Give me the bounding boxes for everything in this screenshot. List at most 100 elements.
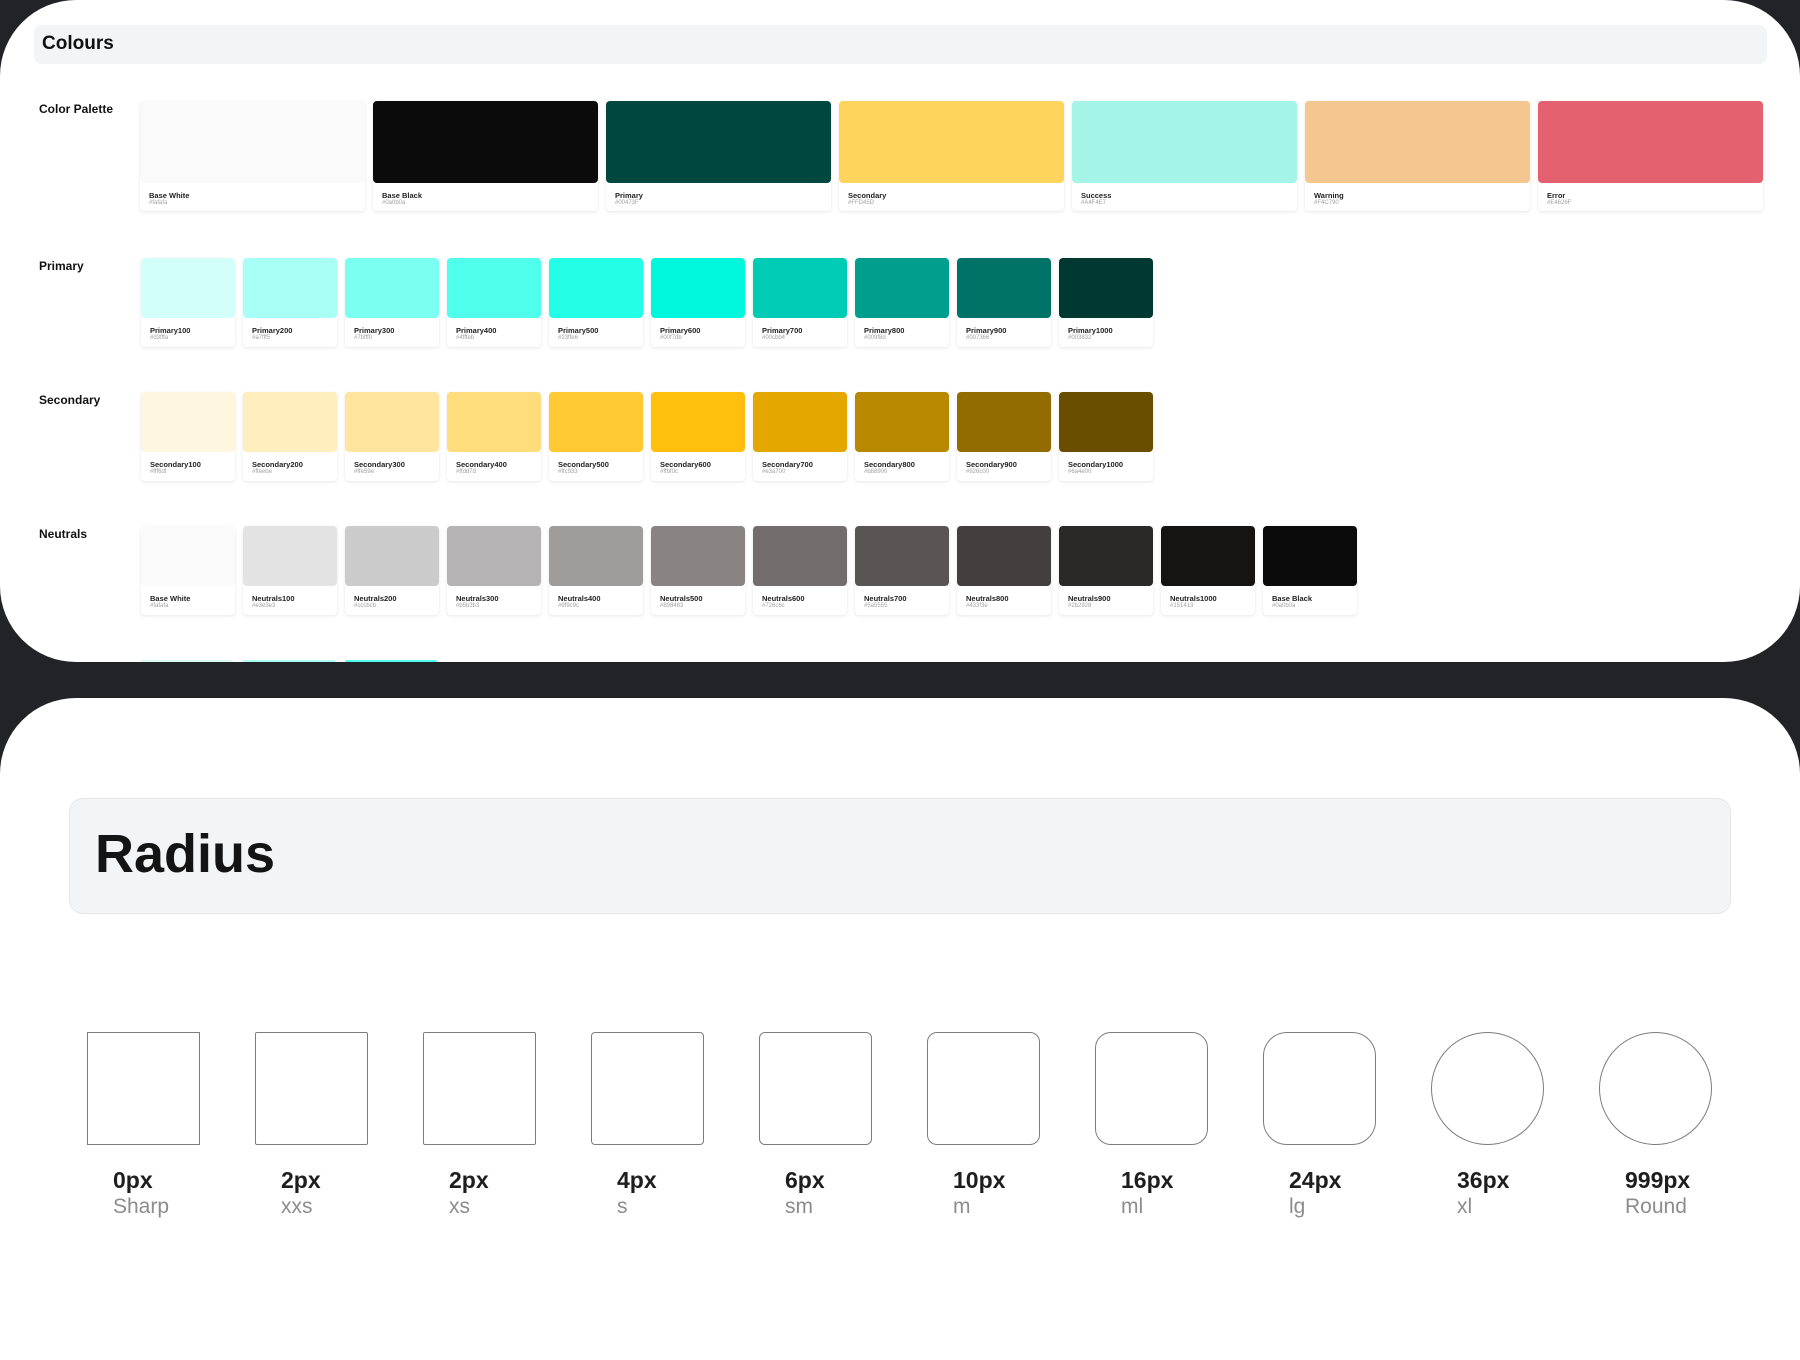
swatch-hex: #2b2928 — [1068, 603, 1092, 609]
swatch-card[interactable]: Neutrals700 #5a5555 — [855, 526, 949, 615]
swatch-hex: #a7fff5 — [252, 335, 271, 341]
swatch-card[interactable]: Primary200 #a7fff5 — [243, 258, 337, 347]
swatch-hex: #6a4e00 — [1068, 469, 1092, 475]
swatch-card[interactable]: Base White #fafafa — [141, 526, 235, 615]
swatch-color — [957, 526, 1051, 586]
swatch-color — [549, 258, 643, 318]
radius-value: 36px — [1457, 1167, 1510, 1193]
next-row-peek — [141, 660, 233, 662]
swatch-card[interactable]: Primary800 #009f8d — [855, 258, 949, 347]
swatch-name: Neutrals700 — [864, 594, 907, 603]
swatch-name: Primary500 — [558, 326, 599, 335]
swatch-card[interactable]: Secondary200 #ffeebe — [243, 392, 337, 481]
swatch-name: Base White — [150, 594, 191, 603]
swatch-hex: #926c00 — [966, 469, 990, 475]
swatch-name: Warning — [1314, 191, 1344, 200]
swatch-card[interactable]: Neutrals1000 #151413 — [1161, 526, 1255, 615]
swatch-name: Base White — [149, 191, 190, 200]
swatch-color — [373, 101, 598, 183]
swatch-name: Neutrals100 — [252, 594, 295, 603]
swatch-hex: #0a0b0a — [382, 200, 406, 206]
swatch-card[interactable]: Neutrals400 #9f9c9c — [549, 526, 643, 615]
swatch-card[interactable]: Primary #00473F — [606, 101, 831, 211]
swatch-hex: #b5b3b3 — [456, 603, 480, 609]
swatch-card[interactable]: Secondary #FFD45D — [839, 101, 1064, 211]
swatch-hex: #cccbcb — [354, 603, 377, 609]
swatch-hex: #fff6df — [150, 469, 167, 475]
swatch-color — [345, 258, 439, 318]
swatch-card[interactable]: Primary600 #00f7db — [651, 258, 745, 347]
radius-header: Radius — [69, 798, 1731, 914]
swatch-card[interactable]: Primary1000 #003832 — [1059, 258, 1153, 347]
swatch-card[interactable]: Neutrals300 #b5b3b3 — [447, 526, 541, 615]
swatch-name: Neutrals600 — [762, 594, 805, 603]
swatch-name: Secondary500 — [558, 460, 609, 469]
swatch-card[interactable]: Neutrals200 #cccbcb — [345, 526, 439, 615]
swatch-card[interactable]: Primary100 #d3fffa — [141, 258, 235, 347]
swatch-name: Primary900 — [966, 326, 1007, 335]
swatch-hex: #e3e3e3 — [252, 603, 276, 609]
swatch-name: Primary — [615, 191, 643, 200]
swatch-card[interactable]: Base Black #0a0b0a — [1263, 526, 1357, 615]
swatch-hex: #726c6c — [762, 603, 785, 609]
swatch-name: Primary1000 — [1068, 326, 1113, 335]
swatch-card[interactable]: Secondary700 #e3a700 — [753, 392, 847, 481]
swatch-card[interactable]: Warning #F4C790 — [1305, 101, 1530, 211]
swatch-name: Secondary900 — [966, 460, 1017, 469]
swatch-card[interactable]: Secondary600 #ffbf0c — [651, 392, 745, 481]
swatch-hex: #007366 — [966, 335, 990, 341]
swatch-card[interactable]: Neutrals800 #433f3e — [957, 526, 1051, 615]
radius-name: s — [617, 1195, 628, 1218]
radius-value: 16px — [1121, 1167, 1174, 1193]
swatch-card[interactable]: Success #A4F4E7 — [1072, 101, 1297, 211]
swatch-hex: #d3fffa — [150, 335, 169, 341]
swatch-card[interactable]: Primary300 #7bfff0 — [345, 258, 439, 347]
swatch-name: Secondary800 — [864, 460, 915, 469]
radius-name: sm — [785, 1195, 813, 1218]
swatch-card[interactable]: Secondary1000 #6a4e00 — [1059, 392, 1153, 481]
swatch-name: Neutrals800 — [966, 594, 1009, 603]
swatch-hex: #F4C790 — [1314, 200, 1339, 206]
swatch-card[interactable]: Neutrals900 #2b2928 — [1059, 526, 1153, 615]
swatch-card[interactable]: Secondary300 #ffe59e — [345, 392, 439, 481]
swatch-card[interactable]: Secondary900 #926c00 — [957, 392, 1051, 481]
radius-value: 0px — [113, 1167, 153, 1193]
swatch-name: Secondary — [848, 191, 887, 200]
swatch-card[interactable]: Primary400 #4fffeb — [447, 258, 541, 347]
swatch-name: Neutrals1000 — [1170, 594, 1217, 603]
radius-name: xl — [1457, 1195, 1473, 1218]
swatch-card[interactable]: Base White #fafafa — [140, 101, 365, 211]
section-label-secondary: Secondary — [39, 393, 101, 407]
section-label-primary: Primary — [39, 259, 84, 273]
swatch-name: Base Black — [1272, 594, 1313, 603]
swatch-color — [839, 101, 1064, 183]
swatch-name: Primary400 — [456, 326, 497, 335]
swatch-card[interactable]: Error #E4626F — [1538, 101, 1763, 211]
section-label-color-palette: Color Palette — [39, 102, 114, 116]
next-row-peek — [345, 660, 437, 662]
swatch-card[interactable]: Secondary800 #b88900 — [855, 392, 949, 481]
swatch-card[interactable]: Secondary500 #ffc933 — [549, 392, 643, 481]
radius-sample-ml — [1095, 1032, 1208, 1145]
swatch-color — [651, 392, 745, 452]
swatch-name: Primary600 — [660, 326, 701, 335]
radius-sample-round — [1599, 1032, 1712, 1145]
swatch-card[interactable]: Neutrals100 #e3e3e3 — [243, 526, 337, 615]
swatch-card[interactable]: Neutrals600 #726c6c — [753, 526, 847, 615]
swatch-color — [753, 392, 847, 452]
swatch-name: Primary800 — [864, 326, 905, 335]
swatch-hex: #E4626F — [1547, 200, 1572, 206]
swatch-card[interactable]: Primary700 #00cbb4 — [753, 258, 847, 347]
swatch-name: Primary200 — [252, 326, 293, 335]
swatch-card[interactable]: Primary500 #23ffe6 — [549, 258, 643, 347]
swatch-color — [345, 392, 439, 452]
swatch-hex: #5a5555 — [864, 603, 888, 609]
swatch-card[interactable]: Primary900 #007366 — [957, 258, 1051, 347]
swatch-card[interactable]: Secondary100 #fff6df — [141, 392, 235, 481]
swatch-card[interactable]: Base Black #0a0b0a — [373, 101, 598, 211]
swatch-hex: #898483 — [660, 603, 684, 609]
swatch-name: Neutrals400 — [558, 594, 601, 603]
swatch-card[interactable]: Neutrals500 #898483 — [651, 526, 745, 615]
swatch-card[interactable]: Secondary400 #ffdd7d — [447, 392, 541, 481]
swatch-hex: #e3a700 — [762, 469, 786, 475]
